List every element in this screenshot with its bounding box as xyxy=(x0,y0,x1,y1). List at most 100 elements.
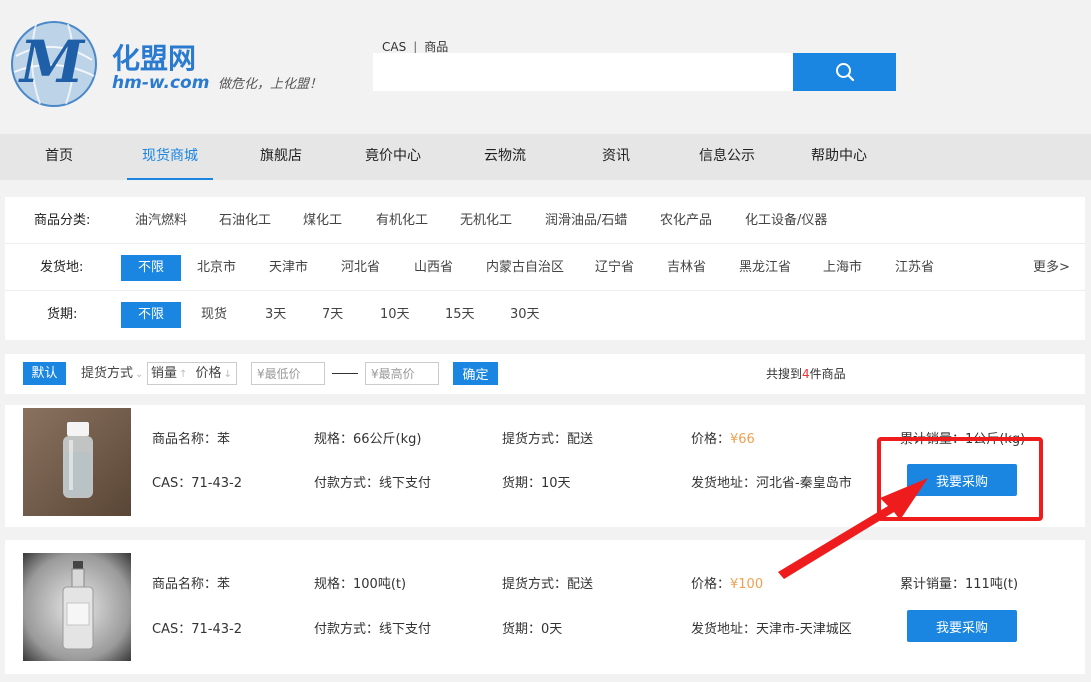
logo-slogan: 做危化，上化盟！ xyxy=(218,77,322,92)
filter-delivery-item[interactable]: 10天 xyxy=(380,291,410,338)
product-price: 价格：¥66 xyxy=(691,428,755,447)
filter-delivery-item[interactable]: 30天 xyxy=(510,291,540,338)
filter-row-category: 商品分类: 油汽燃料 石油化工 煤化工 有机化工 无机化工 润滑油品/石蜡 农化… xyxy=(5,197,1085,244)
filter-category-item[interactable]: 煤化工 xyxy=(303,197,342,244)
product-pickup: 提货方式：配送 xyxy=(502,577,594,592)
product-price-label: 价格： xyxy=(691,432,731,447)
sort-pickup-dropdown[interactable]: 提货方式 ⌄ xyxy=(81,362,143,385)
sort-price-label: 价格 xyxy=(195,366,222,381)
sort-pickup-label: 提货方式 xyxy=(81,366,134,381)
nav-public-info[interactable]: 信息公示 xyxy=(686,134,768,180)
filter-origin-item[interactable]: 江苏省 xyxy=(895,244,934,291)
buy-button[interactable]: 我要采购 xyxy=(907,464,1017,496)
logo-brand: 化盟网 xyxy=(112,42,196,75)
buy-button[interactable]: 我要采购 xyxy=(907,610,1017,642)
filter-origin-item[interactable]: 天津市 xyxy=(269,244,308,291)
arrow-down-icon: ↓ xyxy=(223,369,232,380)
result-count-suffix: 件商品 xyxy=(809,367,846,381)
product-delivery: 货期：0天 xyxy=(502,622,563,637)
sort-default-button[interactable]: 默认 xyxy=(23,362,66,385)
product-price-value: ¥100 xyxy=(730,577,764,592)
header: M 化盟网 hm-w.com 做危化，上化盟！ CAS | 商品 xyxy=(0,0,1091,134)
filter-origin-more[interactable]: 更多> xyxy=(1033,244,1070,291)
nav-flagship[interactable]: 旗舰店 xyxy=(248,134,314,180)
filter-origin-item[interactable]: 河北省 xyxy=(341,244,380,291)
product-cas: CAS：71-43-2 xyxy=(152,476,242,491)
product-spec: 规格：100吨(t) xyxy=(314,577,407,592)
search-tab-cas[interactable]: CAS xyxy=(382,40,406,54)
filter-origin-item[interactable]: 内蒙古自治区 xyxy=(486,244,564,291)
product-sales: 累计销量：1公斤(kg) xyxy=(900,432,1026,447)
sort-sales-button[interactable]: 销量 ↑ xyxy=(151,366,187,381)
product-price: 价格：¥100 xyxy=(691,573,763,592)
search-icon xyxy=(835,63,854,82)
product-pickup: 提货方式：配送 xyxy=(502,432,594,447)
product-cas: CAS：71-43-2 xyxy=(152,622,242,637)
filter-delivery-item[interactable]: 3天 xyxy=(265,291,286,338)
site-logo[interactable]: M 化盟网 hm-w.com 做危化，上化盟！ xyxy=(6,16,336,112)
sort-sales-label: 销量 xyxy=(151,366,178,381)
result-count-number: 4 xyxy=(802,367,810,381)
filter-label-category: 商品分类: xyxy=(34,213,91,228)
filter-category-item[interactable]: 润滑油品/石蜡 xyxy=(545,197,627,244)
sort-bar: 默认 提货方式⌄ 销量↑ 价格↓ 确定 共搜到4件商品 xyxy=(5,354,1085,394)
search-input[interactable] xyxy=(373,53,793,91)
filter-origin-item[interactable]: 山西省 xyxy=(414,244,453,291)
logo-domain: hm-w.com xyxy=(112,73,209,93)
nav-bidding[interactable]: 竟价中心 xyxy=(352,134,434,180)
logo-letter: M xyxy=(18,28,86,96)
filter-origin-item[interactable]: 黑龙江省 xyxy=(739,244,791,291)
result-count: 共搜到4件商品 xyxy=(766,354,846,394)
price-range-dash xyxy=(332,373,358,374)
product-name: 商品名称：苯 xyxy=(152,432,231,447)
filter-delivery-any[interactable]: 不限 xyxy=(121,302,181,328)
filter-row-delivery: 货期: 不限 现货 3天 7天 10天 15天 30天 xyxy=(5,291,1085,338)
filter-origin-any[interactable]: 不限 xyxy=(121,255,181,281)
filter-panel: 商品分类: 油汽燃料 石油化工 煤化工 有机化工 无机化工 润滑油品/石蜡 农化… xyxy=(5,197,1085,340)
search-tab-separator: | xyxy=(413,40,418,54)
nav-news[interactable]: 资讯 xyxy=(590,134,642,180)
product-image[interactable] xyxy=(23,553,131,661)
product-card: 商品名称：苯 CAS：71-43-2 规格：66公斤(kg) 付款方式：线下支付… xyxy=(5,405,1085,527)
min-price-input[interactable] xyxy=(251,362,325,385)
product-payment: 付款方式：线下支付 xyxy=(314,622,432,637)
filter-delivery-item[interactable]: 15天 xyxy=(445,291,475,338)
search-tab-goods[interactable]: 商品 xyxy=(424,40,448,54)
filter-category-item[interactable]: 无机化工 xyxy=(460,197,512,244)
price-confirm-button[interactable]: 确定 xyxy=(453,362,498,385)
filter-category-item[interactable]: 有机化工 xyxy=(376,197,428,244)
filter-row-origin: 发货地: 不限 北京市 天津市 河北省 山西省 内蒙古自治区 辽宁省 吉林省 黑… xyxy=(5,244,1085,291)
product-name: 商品名称：苯 xyxy=(152,577,231,592)
filter-delivery-item[interactable]: 现货 xyxy=(201,291,227,338)
filter-origin-item[interactable]: 辽宁省 xyxy=(595,244,634,291)
filter-category-item[interactable]: 石油化工 xyxy=(219,197,271,244)
product-address: 发货地址：河北省-秦皇岛市 xyxy=(691,476,852,491)
sort-price-button[interactable]: 价格 ↓ xyxy=(196,366,232,381)
product-spec: 规格：66公斤(kg) xyxy=(314,432,422,447)
product-sales: 累计销量：111吨(t) xyxy=(900,577,1019,592)
filter-origin-item[interactable]: 北京市 xyxy=(197,244,236,291)
filter-category-item[interactable]: 化工设备/仪器 xyxy=(745,197,827,244)
max-price-input[interactable] xyxy=(365,362,439,385)
logo-graphic: M 化盟网 hm-w.com 做危化，上化盟！ xyxy=(11,21,322,107)
filter-label-delivery: 货期: xyxy=(47,307,78,322)
filter-label-origin: 发货地: xyxy=(40,260,84,275)
chevron-down-icon: ⌄ xyxy=(135,369,144,380)
nav-cloud-logistics[interactable]: 云物流 xyxy=(472,134,538,180)
filter-category-item[interactable]: 农化产品 xyxy=(660,197,712,244)
search-button[interactable] xyxy=(793,53,896,91)
product-image[interactable] xyxy=(23,408,131,516)
main-nav: 首页 现货商城 旗舰店 竟价中心 云物流 资讯 信息公示 帮助中心 xyxy=(0,134,1091,180)
product-payment: 付款方式：线下支付 xyxy=(314,476,432,491)
filter-delivery-item[interactable]: 7天 xyxy=(322,291,343,338)
filter-origin-item[interactable]: 吉林省 xyxy=(667,244,706,291)
filter-category-item[interactable]: 油汽燃料 xyxy=(135,197,187,244)
nav-spot-mall[interactable]: 现货商城 xyxy=(127,134,213,180)
product-address: 发货地址：天津市-天津城区 xyxy=(691,622,852,637)
nav-help-center[interactable]: 帮助中心 xyxy=(798,134,880,180)
product-delivery: 货期：10天 xyxy=(502,476,571,491)
result-count-prefix: 共搜到 xyxy=(766,367,803,381)
nav-home[interactable]: 首页 xyxy=(30,134,88,180)
arrow-up-icon: ↑ xyxy=(179,369,188,380)
filter-origin-item[interactable]: 上海市 xyxy=(823,244,862,291)
